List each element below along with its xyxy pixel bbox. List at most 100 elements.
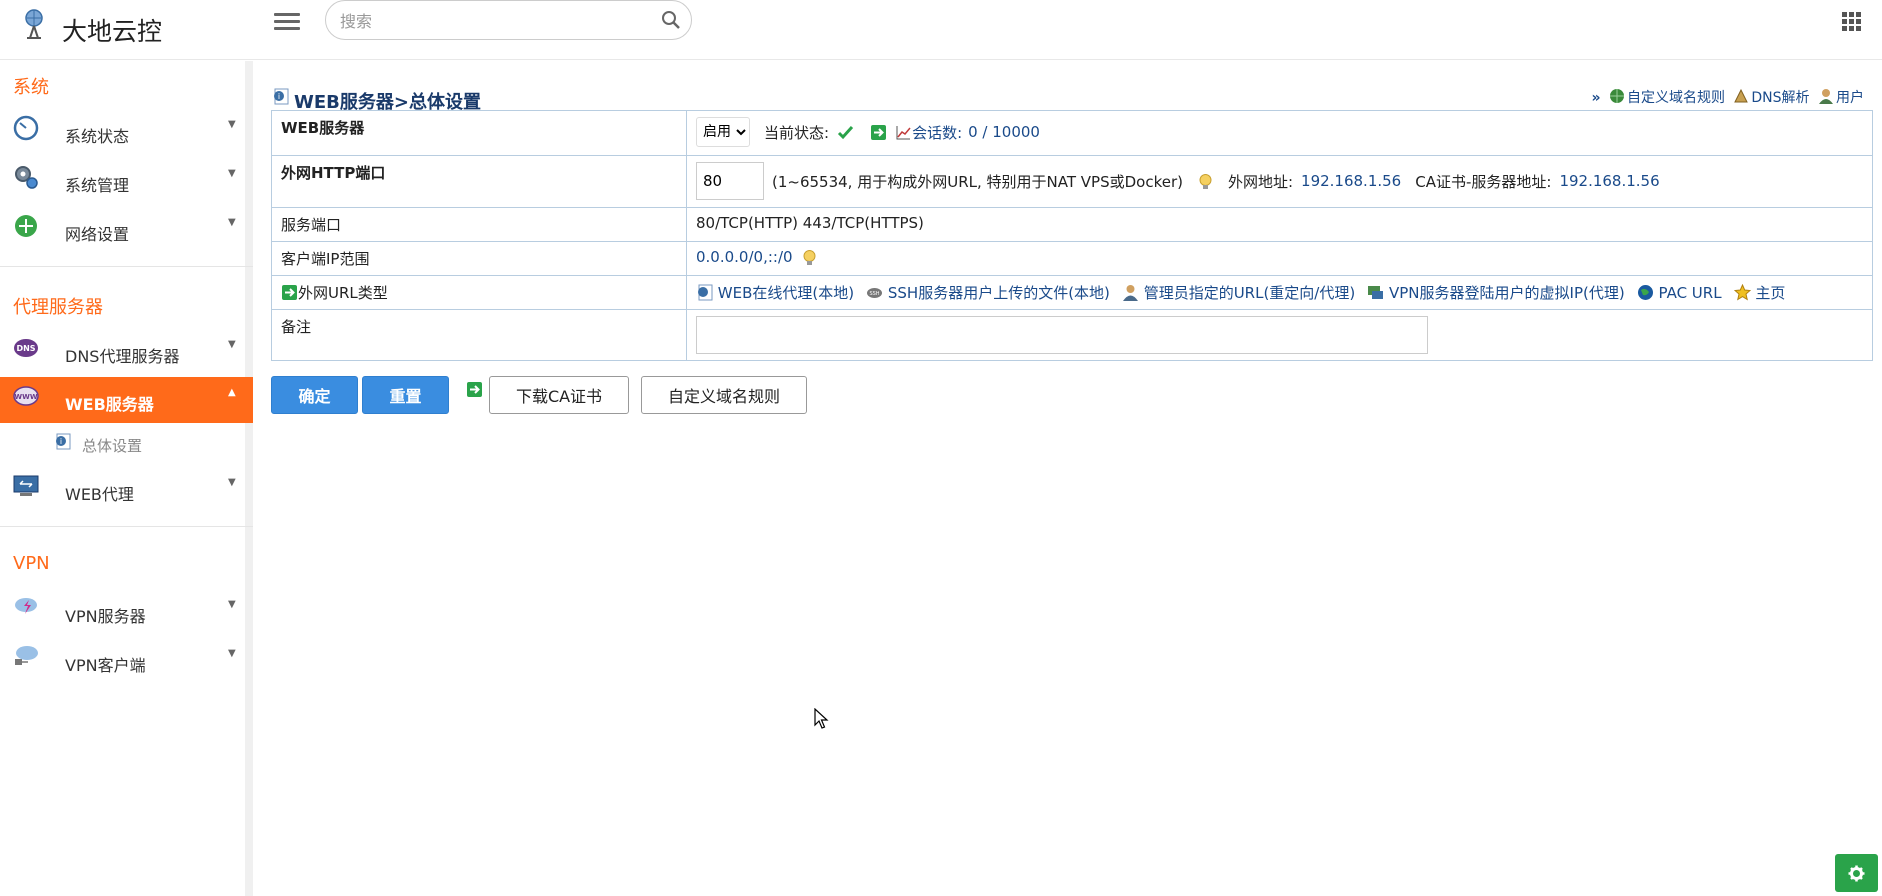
client-ip-value: 0.0.0.0/0,::/0 bbox=[686, 241, 1873, 276]
url-type-link-ssh-files[interactable]: SSH SSH服务器用户上传的文件(本地) bbox=[866, 282, 1110, 303]
table-row: 外网URL类型 WEB在线代理(本地) SSH SSH服务器用户上传的文件(本地… bbox=[271, 275, 1873, 310]
settings-page-icon: i bbox=[56, 433, 71, 450]
url-type-label-cell: 外网URL类型 bbox=[271, 275, 687, 310]
url-type-link-web-proxy[interactable]: WEB在线代理(本地) bbox=[696, 282, 854, 303]
table-row: WEB服务器 启用 当前状态: 会话数: 0 / 10000 bbox=[271, 110, 1873, 156]
web-proxy-icon bbox=[13, 475, 39, 496]
sidebar-item-vpn-client[interactable]: VPN客户端 ▼ bbox=[0, 638, 253, 684]
chart-icon bbox=[896, 125, 911, 139]
search-box bbox=[325, 0, 692, 40]
url-type-link-label: 主页 bbox=[1755, 284, 1786, 302]
status-label: 当前状态: bbox=[764, 123, 830, 142]
gears-icon bbox=[15, 166, 38, 189]
admin-icon bbox=[1122, 285, 1138, 301]
bulb-icon[interactable] bbox=[801, 249, 818, 266]
sidebar-item-label: DNS代理服务器 bbox=[65, 347, 180, 366]
sidebar-section-vpn: VPN bbox=[13, 553, 50, 574]
apps-grid-icon[interactable] bbox=[1842, 12, 1862, 32]
remark-input[interactable] bbox=[696, 316, 1428, 354]
table-row: 客户端IP范围 0.0.0.0/0,::/0 bbox=[271, 241, 1873, 276]
service-port-label: 服务端口 bbox=[271, 207, 687, 242]
dns-icon bbox=[1734, 88, 1749, 103]
menu-icon[interactable] bbox=[274, 13, 300, 33]
sidebar-item-network-settings[interactable]: 网络设置 ▼ bbox=[0, 207, 253, 253]
dns-icon: DNS bbox=[14, 339, 38, 357]
vpn-icon bbox=[1368, 286, 1384, 299]
bulb-icon[interactable] bbox=[1197, 173, 1214, 190]
http-port-value: (1~65534, 用于构成外网URL, 特别用于NAT VPS或Docker)… bbox=[686, 155, 1873, 208]
sidebar-item-label: WEB服务器 bbox=[65, 395, 154, 414]
ca-address-value: 192.168.1.56 bbox=[1559, 172, 1660, 190]
custom-domain-label: 自定义域名规则 bbox=[1626, 90, 1725, 106]
remark-label: 备注 bbox=[271, 309, 687, 361]
search-icon[interactable] bbox=[661, 10, 681, 30]
search-input[interactable] bbox=[340, 9, 640, 33]
sidebar-subitem-general-settings[interactable]: i 总体设置 bbox=[0, 425, 253, 461]
sidebar-section-system: 系统 bbox=[13, 77, 49, 98]
sidebar-divider bbox=[0, 526, 253, 527]
http-port-input[interactable] bbox=[696, 162, 764, 200]
sidebar-item-dns-proxy[interactable]: DNS DNS代理服务器 ▼ bbox=[0, 329, 253, 375]
user-link[interactable]: 用户 bbox=[1818, 87, 1864, 107]
logo-icon bbox=[25, 9, 43, 39]
chevron-down-icon: ▼ bbox=[228, 648, 236, 659]
dns-link[interactable]: DNS解析 bbox=[1733, 87, 1810, 107]
chevron-down-icon: ▼ bbox=[228, 599, 236, 610]
external-address-label: 外网地址: bbox=[1227, 172, 1294, 191]
confirm-button[interactable]: 确定 bbox=[271, 376, 358, 414]
sidebar-item-web-server[interactable]: WWW WEB服务器 ▲ bbox=[0, 377, 253, 423]
svg-text:DNS: DNS bbox=[16, 344, 35, 353]
chevron-up-icon: ▲ bbox=[228, 387, 236, 398]
external-address-value: 192.168.1.56 bbox=[1301, 172, 1402, 190]
custom-domain-link[interactable]: 自定义域名规则 bbox=[1609, 87, 1725, 107]
settings-page-icon: i bbox=[274, 88, 289, 105]
url-type-link-home[interactable]: 主页 bbox=[1733, 282, 1786, 303]
arrow-icon[interactable] bbox=[870, 124, 887, 141]
ca-address-label: CA证书-服务器地址: bbox=[1415, 172, 1552, 191]
network-icon bbox=[15, 215, 37, 237]
globe-icon bbox=[1609, 89, 1624, 103]
web-server-select[interactable]: 启用 bbox=[696, 117, 750, 147]
dns-label: DNS解析 bbox=[1751, 90, 1810, 106]
url-type-value: WEB在线代理(本地) SSH SSH服务器用户上传的文件(本地) 管理员指定的… bbox=[686, 275, 1873, 310]
sidebar-item-system-management[interactable]: 系统管理 ▼ bbox=[0, 158, 253, 204]
sidebar-item-label: 网络设置 bbox=[65, 225, 130, 244]
table-row: 外网HTTP端口 (1~65534, 用于构成外网URL, 特别用于NAT VP… bbox=[271, 155, 1873, 208]
sidebar-item-label: WEB代理 bbox=[65, 485, 134, 504]
chevron-down-icon: ▼ bbox=[228, 119, 236, 130]
arrow-icon bbox=[467, 382, 482, 397]
sidebar-item-label: 系统状态 bbox=[65, 127, 130, 146]
sidebar-item-label: 系统管理 bbox=[65, 176, 130, 195]
svg-text:WWW: WWW bbox=[14, 393, 37, 401]
web-server-label: WEB服务器 bbox=[271, 110, 687, 156]
url-type-link-admin-url[interactable]: 管理员指定的URL(重定向/代理) bbox=[1122, 282, 1355, 303]
url-type-link-pac[interactable]: PAC URL bbox=[1637, 284, 1722, 302]
reset-button[interactable]: 重置 bbox=[362, 376, 449, 414]
star-icon bbox=[1733, 284, 1751, 301]
url-type-link-label: VPN服务器登陆用户的虚拟IP(代理) bbox=[1389, 284, 1625, 302]
sidebar-item-vpn-server[interactable]: VPN服务器 ▼ bbox=[0, 589, 253, 635]
url-type-link-label: 管理员指定的URL(重定向/代理) bbox=[1143, 284, 1356, 302]
chevron-down-icon: ▼ bbox=[228, 477, 236, 488]
table-row: 服务端口 80/TCP(HTTP) 443/TCP(HTTPS) bbox=[271, 207, 1873, 242]
sidebar-item-label: VPN客户端 bbox=[65, 656, 146, 675]
custom-domain-button[interactable]: 自定义域名规则 bbox=[641, 376, 807, 414]
sidebar-item-label: VPN服务器 bbox=[65, 607, 146, 626]
chevron-down-icon: ▼ bbox=[228, 339, 236, 350]
user-label: 用户 bbox=[1836, 90, 1864, 106]
sidebar-item-label: 总体设置 bbox=[82, 437, 143, 455]
sidebar-item-system-status[interactable]: 系统状态 ▼ bbox=[0, 109, 253, 155]
url-type-link-label: WEB在线代理(本地) bbox=[717, 284, 855, 302]
vpn-client-icon bbox=[15, 646, 38, 665]
chevron-down-icon: ▼ bbox=[228, 217, 236, 228]
url-type-link-label: PAC URL bbox=[1658, 283, 1722, 302]
download-ca-button[interactable]: 下载CA证书 bbox=[489, 376, 629, 414]
toplinks-prefix: » bbox=[1591, 90, 1601, 106]
settings-fab[interactable] bbox=[1835, 854, 1878, 892]
sidebar-item-web-proxy[interactable]: WEB代理 ▼ bbox=[0, 467, 253, 513]
client-ip-link[interactable]: 0.0.0.0/0,::/0 bbox=[696, 248, 793, 266]
http-port-hint: (1~65534, 用于构成外网URL, 特别用于NAT VPS或Docker) bbox=[772, 172, 1183, 191]
vpn-server-icon bbox=[15, 598, 37, 614]
url-type-link-vpn-ip[interactable]: VPN服务器登陆用户的虚拟IP(代理) bbox=[1367, 282, 1625, 303]
url-type-link-label: SSH服务器用户上传的文件(本地) bbox=[887, 284, 1110, 302]
